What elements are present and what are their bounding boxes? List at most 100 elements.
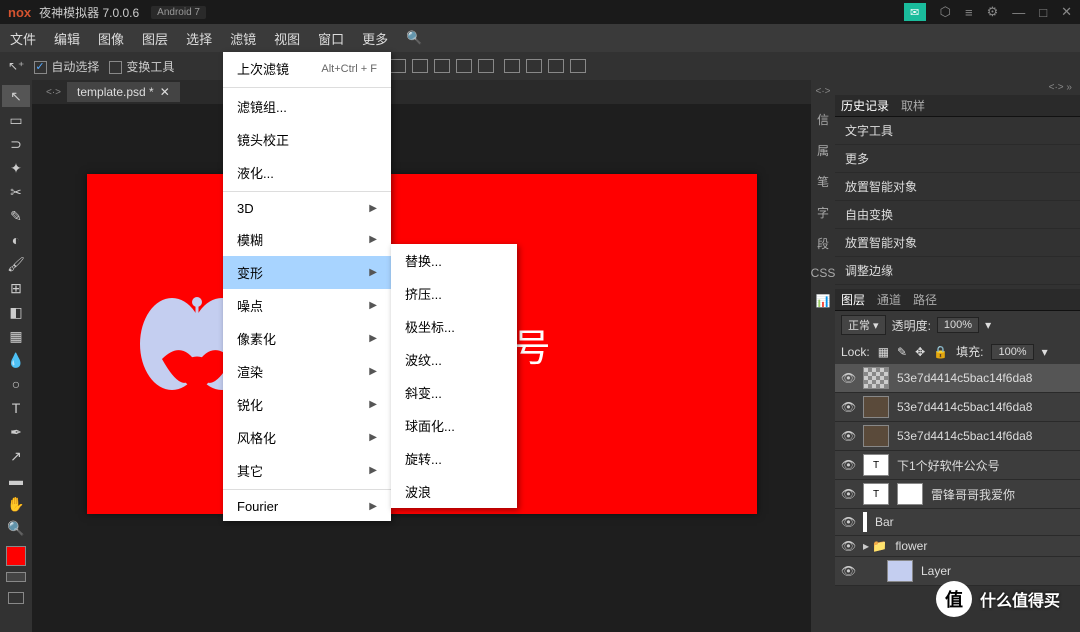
dodge-tool[interactable]: ○ bbox=[2, 373, 30, 395]
chart-icon[interactable]: 📊 bbox=[816, 294, 831, 308]
tab-history[interactable]: 历史记录 bbox=[841, 97, 889, 114]
quickmask-icon[interactable] bbox=[8, 592, 24, 604]
distort-menu-item[interactable]: 替换... bbox=[391, 244, 517, 277]
blur-tool[interactable]: 💧 bbox=[2, 349, 30, 371]
filter-menu-item[interactable]: 渲染▶ bbox=[223, 355, 391, 388]
filter-menu-item[interactable]: 其它▶ bbox=[223, 454, 391, 487]
filter-menu-item[interactable]: 像素化▶ bbox=[223, 322, 391, 355]
distort-menu-item[interactable]: 斜变... bbox=[391, 376, 517, 409]
layer-row[interactable]: 👁53e7d4414c5bac14f6da8 bbox=[835, 364, 1080, 393]
tab-left-arrow[interactable]: <·> bbox=[40, 87, 67, 98]
filter-menu-item[interactable]: 镜头校正 bbox=[223, 123, 391, 156]
distort-menu-item[interactable]: 波浪 bbox=[391, 475, 517, 508]
gradient-tool[interactable]: ▦ bbox=[2, 325, 30, 347]
close-tab-icon[interactable]: ✕ bbox=[160, 85, 170, 99]
stamp-tool[interactable]: ⊞ bbox=[2, 277, 30, 299]
minimize-button[interactable]: — bbox=[1012, 5, 1025, 20]
history-item[interactable]: 文字工具 bbox=[835, 117, 1080, 145]
menu-filter[interactable]: 滤镜 bbox=[230, 29, 256, 48]
align-icon[interactable] bbox=[412, 59, 428, 73]
history-item[interactable]: 调整边缘 bbox=[835, 257, 1080, 285]
auto-select-checkbox[interactable]: 自动选择 bbox=[34, 58, 99, 75]
hand-tool[interactable]: ✋ bbox=[2, 493, 30, 515]
strip-item[interactable]: CSS bbox=[811, 266, 836, 280]
panel-collapse[interactable]: <·> » bbox=[835, 80, 1080, 95]
document-tab[interactable]: template.psd * ✕ bbox=[67, 82, 180, 102]
layer-row[interactable]: 👁Bar bbox=[835, 509, 1080, 536]
menu-edit[interactable]: 编辑 bbox=[54, 29, 80, 48]
menu-more[interactable]: 更多 bbox=[362, 29, 388, 48]
crop-tool[interactable]: ✂ bbox=[2, 181, 30, 203]
history-item[interactable]: 放置智能对象 bbox=[835, 173, 1080, 201]
marquee-tool[interactable]: ▭ bbox=[2, 109, 30, 131]
opacity-input[interactable]: 100% bbox=[937, 317, 979, 333]
distribute-icon[interactable] bbox=[548, 59, 564, 73]
distort-menu-item[interactable]: 波纹... bbox=[391, 343, 517, 376]
menu-select[interactable]: 选择 bbox=[186, 29, 212, 48]
lock-move-icon[interactable]: ✥ bbox=[915, 345, 925, 359]
align-icon[interactable] bbox=[478, 59, 494, 73]
menu-window[interactable]: 窗口 bbox=[318, 29, 344, 48]
menu-image[interactable]: 图像 bbox=[98, 29, 124, 48]
distort-menu-item[interactable]: 球面化... bbox=[391, 409, 517, 442]
strip-item[interactable]: 信 bbox=[817, 111, 829, 128]
history-item[interactable]: 自由变换 bbox=[835, 201, 1080, 229]
heal-tool[interactable]: ◐ bbox=[2, 229, 30, 251]
visibility-icon[interactable]: 👁 bbox=[841, 487, 855, 501]
align-icon[interactable] bbox=[390, 59, 406, 73]
notify-icon[interactable]: ✉ bbox=[904, 3, 926, 21]
type-tool[interactable]: T bbox=[2, 397, 30, 419]
filter-menu-item[interactable]: Fourier▶ bbox=[223, 492, 391, 521]
strip-arrow[interactable]: <·> bbox=[810, 86, 837, 97]
maximize-button[interactable]: □ bbox=[1039, 5, 1047, 20]
strip-item[interactable]: 段 bbox=[817, 235, 829, 252]
move-tool-icon[interactable]: ↖⁺ bbox=[8, 59, 24, 73]
filter-menu-item[interactable]: 液化... bbox=[223, 156, 391, 189]
close-button[interactable]: ✕ bbox=[1061, 4, 1072, 20]
tab-paths[interactable]: 路径 bbox=[913, 291, 937, 308]
filter-menu-item[interactable]: 风格化▶ bbox=[223, 421, 391, 454]
distribute-icon[interactable] bbox=[526, 59, 542, 73]
tab-layers[interactable]: 图层 bbox=[841, 291, 865, 308]
visibility-icon[interactable]: 👁 bbox=[841, 515, 855, 529]
dropdown-arrow-icon[interactable]: ▾ bbox=[985, 318, 991, 332]
shape-tool[interactable]: ▬ bbox=[2, 469, 30, 491]
search-icon[interactable]: 🔍 bbox=[406, 30, 422, 46]
layer-row[interactable]: 👁▸ 📁flower bbox=[835, 536, 1080, 557]
lasso-tool[interactable]: ⊃ bbox=[2, 133, 30, 155]
strip-item[interactable]: 字 bbox=[817, 204, 829, 221]
layer-row[interactable]: 👁53e7d4414c5bac14f6da8 bbox=[835, 393, 1080, 422]
lock-pixels-icon[interactable]: ▦ bbox=[878, 345, 889, 359]
gear-icon[interactable]: ⚙ bbox=[987, 4, 999, 20]
fg-color-swatch[interactable] bbox=[6, 546, 26, 566]
menu-layer[interactable]: 图层 bbox=[142, 29, 168, 48]
filter-menu-item[interactable]: 噪点▶ bbox=[223, 289, 391, 322]
toggle-icon[interactable] bbox=[6, 572, 26, 582]
filter-menu-item[interactable]: 3D▶ bbox=[223, 194, 391, 223]
distort-menu-item[interactable]: 极坐标... bbox=[391, 310, 517, 343]
dropdown-arrow-icon[interactable]: ▾ bbox=[1042, 345, 1048, 359]
visibility-icon[interactable]: 👁 bbox=[841, 564, 855, 578]
brush-tool[interactable]: 🖌 bbox=[2, 253, 30, 275]
align-icon[interactable] bbox=[456, 59, 472, 73]
transform-tool-checkbox[interactable]: 变换工具 bbox=[109, 58, 174, 75]
filter-menu-item[interactable]: 锐化▶ bbox=[223, 388, 391, 421]
filter-menu-item[interactable]: 变形▶ bbox=[223, 256, 391, 289]
layer-row[interactable]: 👁T下1个好软件公众号 bbox=[835, 451, 1080, 480]
zoom-tool[interactable]: 🔍 bbox=[2, 517, 30, 539]
strip-item[interactable]: 属 bbox=[817, 142, 829, 159]
visibility-icon[interactable]: 👁 bbox=[841, 371, 855, 385]
filter-menu-item[interactable]: 滤镜组... bbox=[223, 90, 391, 123]
tab-channels[interactable]: 通道 bbox=[877, 291, 901, 308]
visibility-icon[interactable]: 👁 bbox=[841, 429, 855, 443]
hexagon-icon[interactable]: ⬡ bbox=[940, 4, 951, 20]
distort-menu-item[interactable]: 旋转... bbox=[391, 442, 517, 475]
visibility-icon[interactable]: 👁 bbox=[841, 400, 855, 414]
menu-file[interactable]: 文件 bbox=[10, 29, 36, 48]
tab-sample[interactable]: 取样 bbox=[901, 97, 925, 114]
menu-last-filter[interactable]: 上次滤镜 Alt+Ctrl + F bbox=[223, 52, 391, 85]
menu-view[interactable]: 视图 bbox=[274, 29, 300, 48]
filter-menu-item[interactable]: 模糊▶ bbox=[223, 223, 391, 256]
move-tool[interactable]: ↖ bbox=[2, 85, 30, 107]
blend-mode-select[interactable]: 正常 ▾ bbox=[841, 315, 886, 335]
